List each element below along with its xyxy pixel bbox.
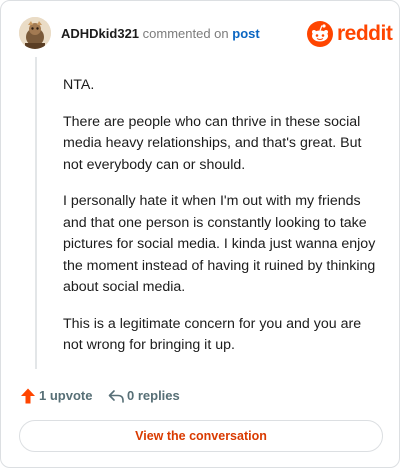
upvote-button[interactable]: 1 upvote <box>19 386 93 406</box>
thread-line[interactable] <box>35 57 37 369</box>
comment-paragraph: This is a legitimate concern for you and… <box>63 315 362 354</box>
upvote-arrow-icon <box>21 388 35 404</box>
reddit-logo-icon <box>307 21 333 47</box>
comment-paragraph: NTA. <box>63 77 95 93</box>
reply-arrow-icon <box>108 390 124 403</box>
avatar[interactable] <box>19 17 51 49</box>
post-link[interactable]: post <box>232 26 259 41</box>
reddit-wordmark: reddit <box>337 22 393 45</box>
comment-paragraph: There are people who can thrive in these… <box>63 113 362 173</box>
comment-meta: ADHDkid321 commented on post <box>61 26 260 42</box>
replies-button[interactable]: 0 replies <box>107 386 187 406</box>
view-conversation-button[interactable]: View the conversation <box>19 420 383 452</box>
reddit-brand[interactable]: reddit <box>307 21 393 47</box>
commented-on-text: commented on <box>139 26 233 41</box>
comment-header: ADHDkid321 commented on post reddit <box>19 17 393 51</box>
upvote-count: 1 upvote <box>39 388 93 403</box>
user-avatar-icon <box>19 17 51 49</box>
comment-embed-card: ADHDkid321 commented on post reddit NTA.… <box>0 0 400 468</box>
username[interactable]: ADHDkid321 <box>61 26 139 41</box>
replies-count: 0 replies <box>127 388 180 403</box>
comment-paragraph: I personally hate it when I'm out with m… <box>63 193 376 295</box>
comment-body: NTA. There are people who can thrive in … <box>63 75 383 372</box>
